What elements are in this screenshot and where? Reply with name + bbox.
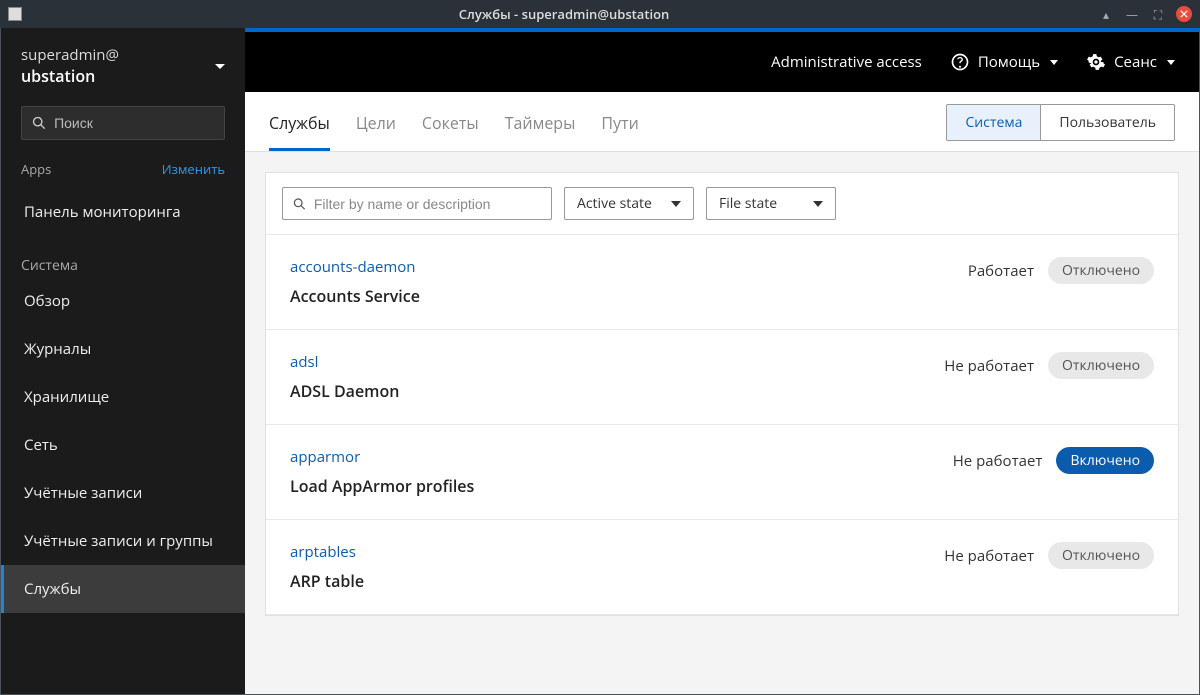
window-titlebar: Службы - superadmin@ubstation ▴ — ⛶ <box>0 0 1200 28</box>
main-content: Administrative access Помощь Сеанс Служб… <box>245 28 1199 694</box>
sidebar-item-network[interactable]: Сеть <box>1 421 245 469</box>
sidebar-item-dashboard[interactable]: Панель мониторинга <box>1 184 245 240</box>
service-description: ARP table <box>290 570 944 592</box>
service-description: Load AppArmor profiles <box>290 475 953 497</box>
help-icon <box>950 52 970 72</box>
help-menu[interactable]: Помощь <box>950 52 1058 72</box>
chevron-down-icon <box>813 201 823 207</box>
service-description: ADSL Daemon <box>290 380 944 402</box>
sidebar-item-accounts-groups[interactable]: Учётные записи и группы <box>1 517 245 565</box>
service-row: apparmor Load AppArmor profilesНе работае… <box>266 425 1178 520</box>
chevron-down-icon <box>1050 60 1058 65</box>
scope-system-button[interactable]: Система <box>947 105 1041 140</box>
window-title: Службы - superadmin@ubstation <box>30 5 1098 23</box>
status-badge: Отключено <box>1048 352 1154 379</box>
sidebar-item-storage[interactable]: Хранилище <box>1 373 245 421</box>
service-status: Не работает <box>953 451 1043 471</box>
status-badge: Отключено <box>1048 257 1154 284</box>
tab-paths[interactable]: Пути <box>601 104 638 151</box>
services-panel: Active state File state accounts-daemon A… <box>265 172 1179 616</box>
search-icon <box>32 115 46 131</box>
tab-timers[interactable]: Таймеры <box>505 104 576 151</box>
chevron-down-icon <box>215 64 225 69</box>
filter-active-label: Active state <box>577 194 652 213</box>
filter-toolbar: Active state File state <box>266 173 1178 235</box>
service-row: adsl ADSL DaemonНе работает Отключено <box>266 330 1178 425</box>
window-icon <box>8 7 22 21</box>
session-menu[interactable]: Сеанс <box>1086 52 1175 72</box>
apps-edit-link[interactable]: Изменить <box>162 160 225 178</box>
service-link[interactable]: apparmor <box>290 447 953 467</box>
filter-active-state[interactable]: Active state <box>564 187 694 220</box>
status-badge: Отключено <box>1048 542 1154 569</box>
service-status: Не работает <box>944 356 1034 376</box>
filter-text[interactable] <box>282 187 552 220</box>
sidebar-item-accounts[interactable]: Учётные записи <box>1 469 245 517</box>
search-input[interactable] <box>54 115 214 131</box>
service-row: arptables ARP tableНе работает Отключено <box>266 520 1178 615</box>
close-button[interactable] <box>1176 6 1192 22</box>
sidebar: superadmin@ ubstation Apps Изменить Пане… <box>1 28 245 694</box>
sidebar-search[interactable] <box>21 106 225 140</box>
service-status: Не работает <box>944 546 1034 566</box>
tabs-row: Службы Цели Сокеты Таймеры Пути Система … <box>245 92 1199 152</box>
search-icon <box>293 197 306 211</box>
help-label: Помощь <box>978 52 1040 72</box>
host-name: ubstation <box>21 66 119 87</box>
host-selector[interactable]: superadmin@ ubstation <box>1 28 245 100</box>
admin-access-label[interactable]: Administrative access <box>771 52 922 72</box>
service-status: Работает <box>968 261 1034 281</box>
service-link[interactable]: accounts-daemon <box>290 257 968 277</box>
minimize-button[interactable]: — <box>1124 6 1140 22</box>
tab-services[interactable]: Службы <box>269 104 330 151</box>
scope-user-button[interactable]: Пользователь <box>1041 105 1174 140</box>
service-row: accounts-daemon Accounts ServiceРаботает О… <box>266 235 1178 330</box>
top-toolbar: Administrative access Помощь Сеанс <box>245 32 1199 92</box>
filter-file-label: File state <box>719 194 777 213</box>
session-label: Сеанс <box>1114 52 1157 72</box>
sidebar-item-overview[interactable]: Обзор <box>1 277 245 325</box>
apps-section-label: Apps <box>21 160 51 178</box>
system-section-label: Система <box>1 246 245 277</box>
gear-icon <box>1086 52 1106 72</box>
chevron-down-icon <box>671 201 681 207</box>
window-button-1[interactable]: ▴ <box>1098 6 1114 22</box>
host-user: superadmin@ <box>21 46 119 66</box>
filter-file-state[interactable]: File state <box>706 187 836 220</box>
scope-segmented: Система Пользователь <box>946 104 1175 141</box>
sidebar-item-logs[interactable]: Журналы <box>1 325 245 373</box>
service-link[interactable]: arptables <box>290 542 944 562</box>
service-description: Accounts Service <box>290 285 968 307</box>
tab-targets[interactable]: Цели <box>356 104 396 151</box>
tab-sockets[interactable]: Сокеты <box>422 104 479 151</box>
filter-input[interactable] <box>314 196 541 212</box>
chevron-down-icon <box>1167 60 1175 65</box>
service-link[interactable]: adsl <box>290 352 944 372</box>
maximize-button[interactable]: ⛶ <box>1150 6 1166 22</box>
sidebar-item-services[interactable]: Службы <box>1 565 245 613</box>
status-badge: Включено <box>1056 447 1154 474</box>
